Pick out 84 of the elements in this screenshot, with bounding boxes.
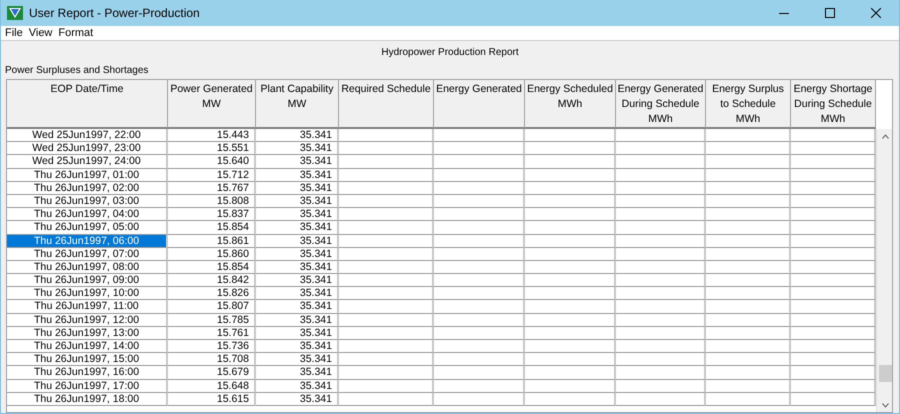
table-cell: 15.767	[168, 182, 256, 195]
table-cell: 35.341	[256, 287, 339, 300]
menu-item[interactable]: View	[28, 26, 52, 40]
menu-item[interactable]: Format	[58, 26, 94, 40]
table-cell: 35.341	[256, 234, 339, 248]
window-title: User Report - Power-Production	[29, 5, 200, 22]
scroll-down-icon[interactable]	[882, 403, 889, 408]
table-cell: Thu 26Jun1997, 17:00	[7, 380, 168, 393]
table-cell: 15.854	[168, 221, 256, 234]
scroll-up-icon[interactable]	[882, 134, 889, 139]
table-cell: 15.648	[168, 380, 256, 393]
table-cell: Thu 26Jun1997, 10:00	[7, 287, 168, 300]
table-cell: 15.551	[168, 142, 256, 156]
app-icon	[7, 6, 23, 20]
table-cell: 35.341	[256, 248, 339, 261]
table-cell: 15.807	[168, 300, 256, 314]
table-cell: 15.861	[168, 234, 256, 248]
table-cell: Thu 26Jun1997, 09:00	[7, 274, 168, 288]
table-cell: 35.341	[256, 142, 339, 156]
table-cell: Thu 26Jun1997, 11:00	[7, 300, 168, 314]
table-cell: 35.341	[256, 168, 339, 182]
table-cell: Thu 26Jun1997, 03:00	[7, 194, 168, 208]
table-cell: 35.341	[256, 380, 339, 393]
close-icon	[871, 8, 881, 18]
table-cell: 35.341	[256, 366, 339, 380]
table-cell: 15.808	[168, 194, 256, 208]
table-cell: 35.341	[256, 300, 339, 314]
table-cell: 15.708	[168, 353, 256, 366]
section-label: Power Surpluses and Shortages	[5, 65, 148, 76]
table-cell: 35.341	[256, 353, 339, 366]
table-cell: 35.341	[256, 182, 339, 195]
table-cell: Thu 26Jun1997, 01:00	[7, 168, 168, 182]
column-header[interactable]: Plant Capability MW	[256, 80, 339, 129]
column-header[interactable]: Energy Surplus to Schedule MWh	[706, 80, 791, 129]
table-cell: 35.341	[256, 274, 339, 288]
column-header[interactable]: Energy Generated	[434, 80, 525, 129]
table-cell: 35.341	[256, 155, 339, 169]
column-header[interactable]: Energy Shortage During Schedule MWh	[791, 80, 876, 129]
table-cell: 35.341	[256, 194, 339, 208]
table-cell: 15.854	[168, 260, 256, 274]
column-header[interactable]: Power Generated MW	[168, 80, 256, 129]
scrollbar[interactable]	[876, 129, 892, 412]
table-cell: 35.341	[256, 340, 339, 354]
menu-item[interactable]: File	[5, 26, 23, 40]
column-header[interactable]: Energy Scheduled MWh	[525, 80, 616, 129]
column-header[interactable]: Energy Generated During Schedule MWh	[616, 80, 706, 129]
table-cell: 35.341	[256, 221, 339, 234]
table-cell: 15.443	[168, 129, 256, 142]
table-cell: 35.341	[256, 208, 339, 222]
table-cell: 15.761	[168, 326, 256, 340]
table-cell: 15.837	[168, 208, 256, 222]
table-cell: Thu 26Jun1997, 16:00	[7, 366, 168, 380]
scrollbar-thumb[interactable]	[879, 365, 892, 382]
table-cell: Wed 25Jun1997, 23:00	[7, 142, 168, 156]
table-cell: Thu 26Jun1997, 13:00	[7, 326, 168, 340]
table-cell: Thu 26Jun1997, 07:00	[7, 248, 168, 261]
table-cell: 35.341	[256, 129, 339, 142]
table-cell: Thu 26Jun1997, 18:00	[7, 392, 168, 406]
table-cell: 15.679	[168, 366, 256, 380]
table-cell: 15.615	[168, 392, 256, 406]
table-cell: 15.736	[168, 340, 256, 354]
table-cell: Wed 25Jun1997, 22:00	[7, 129, 168, 142]
table-cell: 15.712	[168, 168, 256, 182]
table-cell: Thu 26Jun1997, 02:00	[7, 182, 168, 195]
table-cell: Thu 26Jun1997, 04:00	[7, 208, 168, 222]
table-cell: 15.640	[168, 155, 256, 169]
table-cell: 35.341	[256, 326, 339, 340]
column-header[interactable]: Required Schedule	[339, 80, 434, 129]
table-cell: 15.785	[168, 314, 256, 327]
table-cell: 35.341	[256, 392, 339, 406]
maximize-icon	[825, 8, 835, 18]
table-cell: Thu 26Jun1997, 12:00	[7, 314, 168, 327]
table-cell: 15.860	[168, 248, 256, 261]
table-cell: Thu 26Jun1997, 14:00	[7, 340, 168, 354]
table-cell: 15.826	[168, 287, 256, 300]
table-cell: Wed 25Jun1997, 24:00	[7, 155, 168, 169]
table-cell: 35.341	[256, 260, 339, 274]
column-header[interactable]: EOP Date/Time	[7, 80, 168, 129]
table-cell: 15.842	[168, 274, 256, 288]
table-cell: Thu 26Jun1997, 08:00	[7, 260, 168, 274]
report-title: Hydropower Production Report	[381, 47, 519, 58]
table-cell: 35.341	[256, 314, 339, 327]
table-cell: Thu 26Jun1997, 15:00	[7, 353, 168, 366]
table-cell: Thu 26Jun1997, 06:00	[7, 234, 168, 248]
